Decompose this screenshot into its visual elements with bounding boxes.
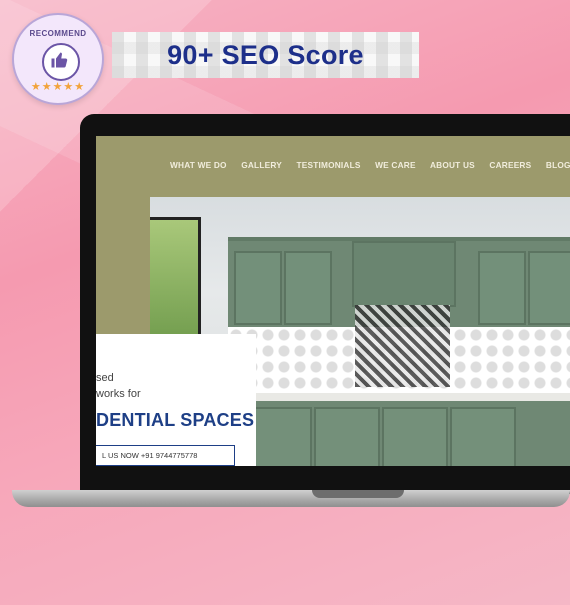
recommend-badge: RECOMMEND ★★★★★ bbox=[12, 13, 104, 105]
cabinet-door bbox=[528, 251, 570, 325]
hero-line-2: works for bbox=[96, 388, 141, 400]
badge-text: RECOMMEND bbox=[29, 29, 87, 38]
cabinet-door bbox=[284, 251, 332, 325]
nav-item-testimonials[interactable]: TESTIMONIALS bbox=[296, 160, 360, 170]
range-hood bbox=[352, 241, 456, 307]
cabinet-door bbox=[314, 407, 380, 466]
base-cabinets bbox=[238, 401, 570, 466]
nav-item-what-we-do[interactable]: WHAT WE DO bbox=[170, 160, 227, 170]
cabinet-door bbox=[234, 251, 282, 325]
site-navigation: WHAT WE DO GALLERY TESTIMONIALS WE CARE … bbox=[170, 160, 570, 170]
website-preview: WHAT WE DO GALLERY TESTIMONIALS WE CARE … bbox=[96, 136, 570, 466]
cabinet-door bbox=[382, 407, 448, 466]
seo-score-title: 90+ SEO Score bbox=[167, 39, 364, 70]
nav-item-blogs[interactable]: BLOGS bbox=[546, 160, 570, 170]
patterned-tile-panel bbox=[355, 305, 450, 387]
nav-item-we-care[interactable]: WE CARE bbox=[375, 160, 416, 170]
thumbs-up-icon bbox=[42, 43, 80, 81]
thumbs-up-svg bbox=[51, 52, 68, 68]
call-us-text: L US NOW +91 9744775778 bbox=[102, 451, 198, 460]
window bbox=[150, 217, 201, 353]
nav-item-about-us[interactable]: ABOUT US bbox=[430, 160, 475, 170]
call-us-button[interactable]: L US NOW +91 9744775778 bbox=[96, 445, 235, 466]
laptop-base bbox=[12, 490, 570, 507]
laptop-notch bbox=[312, 490, 404, 498]
cabinet-door bbox=[478, 251, 526, 325]
hero-heading: DENTIAL SPACES bbox=[96, 410, 255, 430]
cabinet-door bbox=[450, 407, 516, 466]
seo-score-banner: 90+ SEO Score bbox=[112, 32, 419, 78]
rating-stars: ★★★★★ bbox=[30, 81, 86, 93]
nav-item-gallery[interactable]: GALLERY bbox=[241, 160, 282, 170]
hero-text-card: sed works for DENTIAL SPACES L US NOW +9… bbox=[96, 334, 256, 466]
nav-item-careers[interactable]: CAREERS bbox=[489, 160, 531, 170]
hero-line-1: sed bbox=[96, 372, 114, 384]
